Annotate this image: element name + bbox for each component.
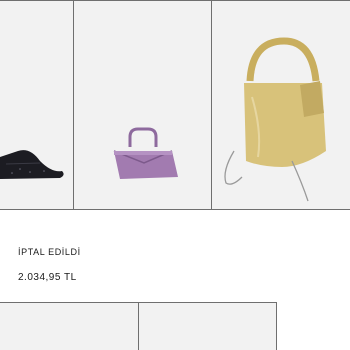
order-status-label: İPTAL EDİLDİ [18,247,81,257]
gold-bag-image [224,37,326,202]
purple-bag-image [113,127,178,179]
shoe-image [0,150,64,179]
product-tile-shoe[interactable] [0,1,73,209]
order-info: İPTAL EDİLDİ 2.034,95 TL [18,244,81,283]
second-order-images-row [0,302,277,350]
order-total-price: 2.034,95 TL [18,272,77,283]
product-tile-bottom-1[interactable] [0,303,138,350]
product-tile-bottom-2[interactable] [138,303,277,350]
product-images-row [0,0,350,210]
product-tile-gold-bag[interactable] [211,1,350,209]
product-tile-purple-bag[interactable] [73,1,211,209]
